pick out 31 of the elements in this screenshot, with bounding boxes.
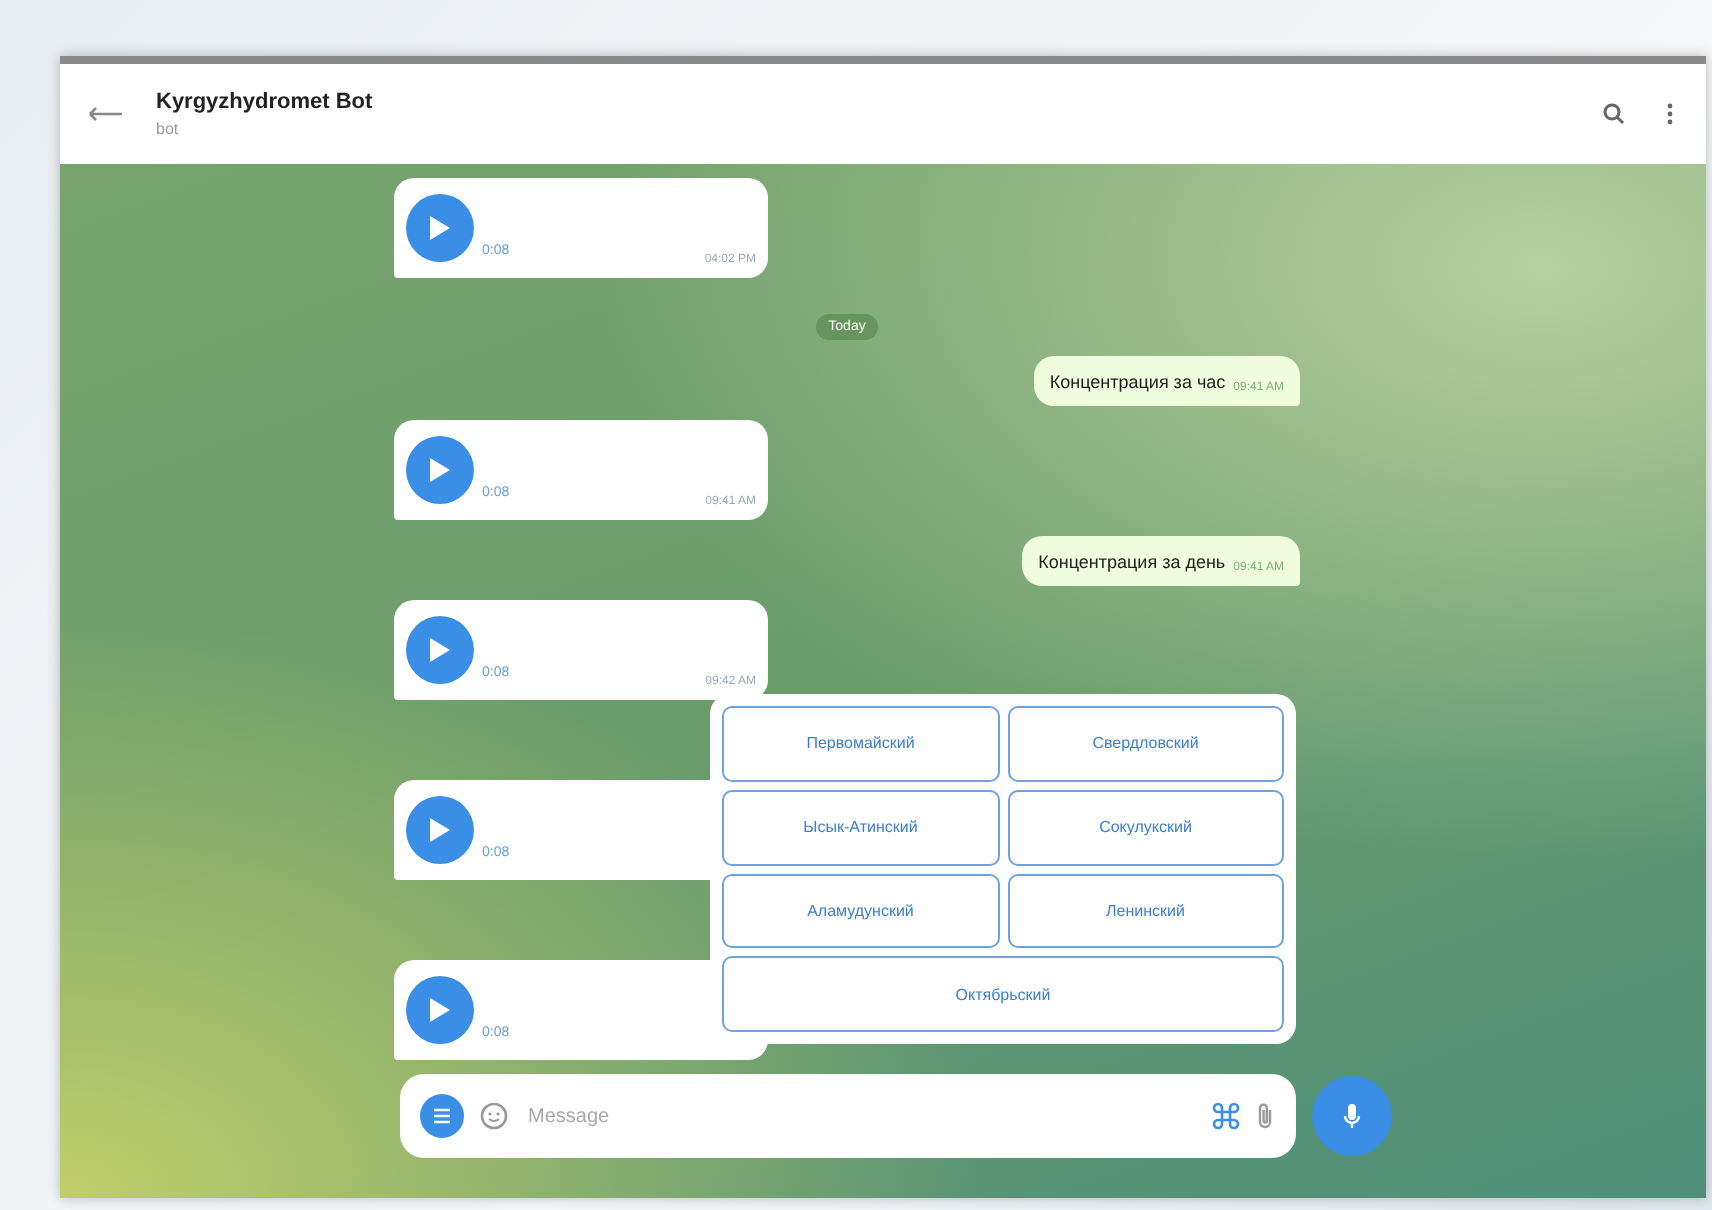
message-text: Концентрация за час <box>1049 371 1226 391</box>
keyboard-button[interactable]: Аламудунский <box>722 873 999 949</box>
play-button[interactable] <box>406 194 474 262</box>
command-icon[interactable] <box>1212 1102 1240 1130</box>
keyboard-button[interactable]: Ысык-Атинский <box>722 789 999 865</box>
message-text: Концентрация за день <box>1038 551 1226 571</box>
play-icon <box>428 996 452 1024</box>
keyboard-button[interactable]: Октябрьский <box>722 956 1284 1032</box>
menu-button[interactable] <box>420 1094 464 1138</box>
play-icon <box>428 636 452 664</box>
play-icon <box>428 214 452 242</box>
play-button[interactable] <box>406 436 474 504</box>
keyboard-button[interactable]: Ленинский <box>1007 873 1284 949</box>
play-icon <box>428 816 452 844</box>
search-icon[interactable] <box>1598 98 1630 130</box>
paperclip-icon[interactable] <box>1256 1102 1276 1130</box>
emoji-icon[interactable] <box>480 1102 508 1130</box>
more-icon[interactable] <box>1662 98 1678 130</box>
play-button[interactable] <box>406 796 474 864</box>
keyboard-button[interactable]: Сокулукский <box>1007 789 1284 865</box>
menu-icon <box>432 1108 452 1124</box>
microphone-button[interactable] <box>1312 1076 1392 1156</box>
chat-subtitle: bot <box>156 120 181 138</box>
back-arrow-icon[interactable] <box>88 106 124 122</box>
play-button[interactable] <box>406 976 474 1044</box>
play-icon <box>428 456 452 484</box>
chat-title: Kyrgyzhydromet Bot <box>156 90 375 114</box>
keyboard-button[interactable]: Свердловский <box>1007 706 1284 782</box>
play-button[interactable] <box>406 616 474 684</box>
microphone-icon <box>1342 1102 1362 1130</box>
keyboard-button[interactable]: Первомайский <box>722 706 999 782</box>
